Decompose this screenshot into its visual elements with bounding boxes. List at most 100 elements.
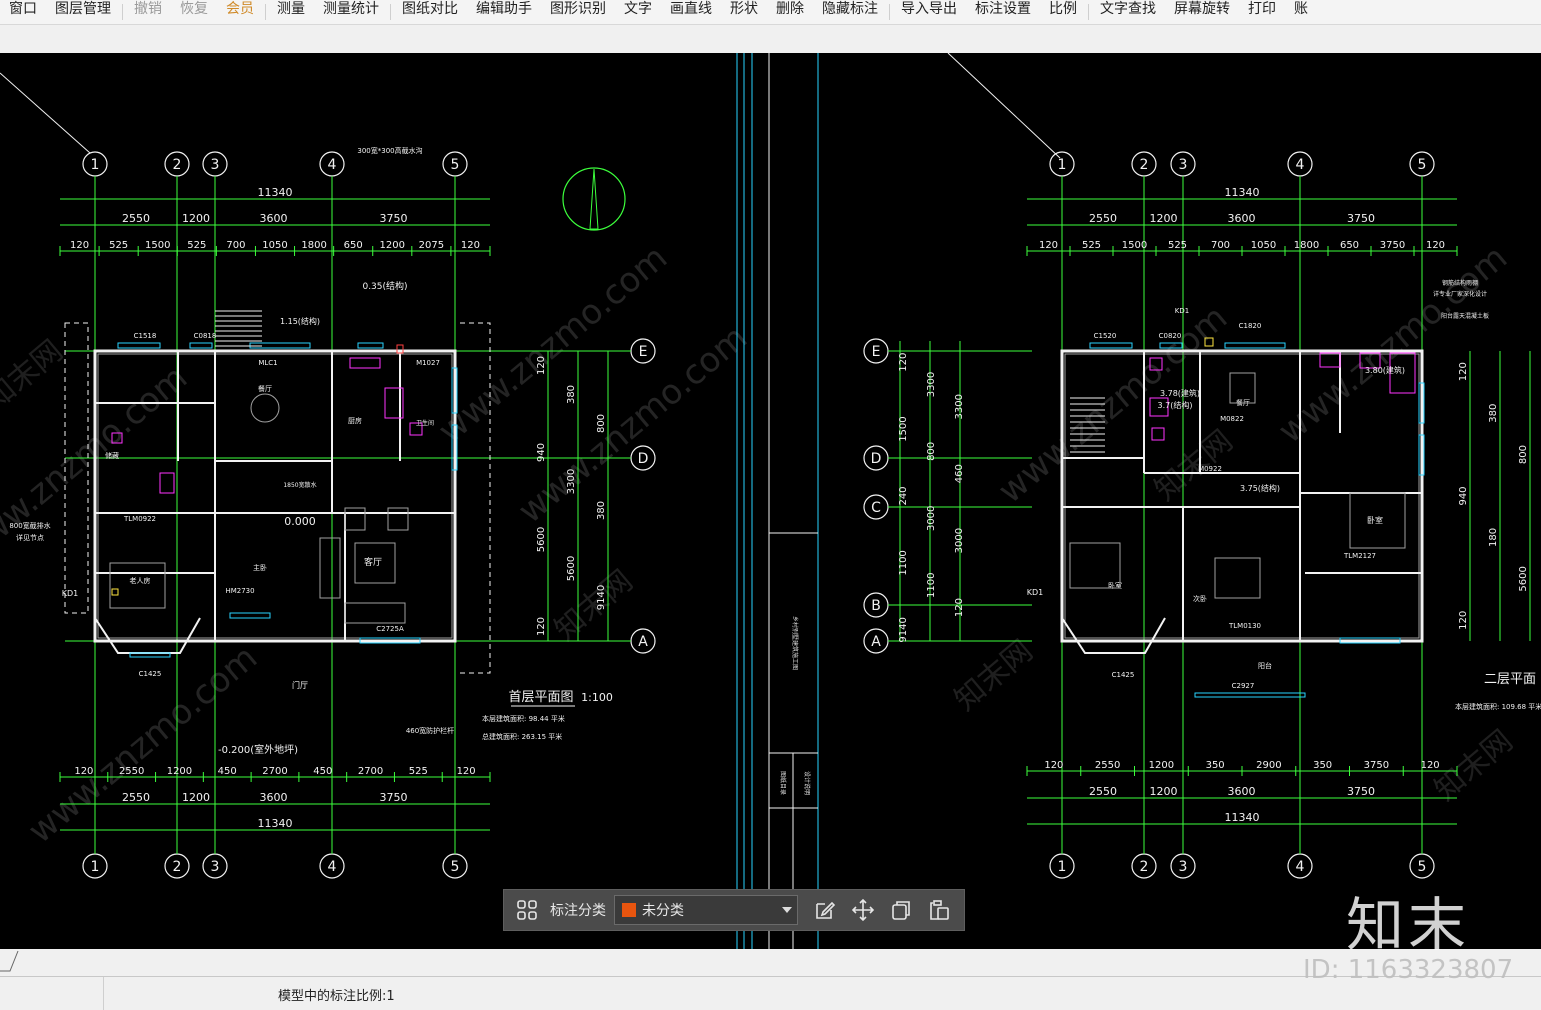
dim-text: 120 (536, 356, 547, 375)
menu-item[interactable]: 画直线 (661, 0, 721, 24)
copy-icon[interactable] (886, 895, 916, 925)
dim-text: 1050 (262, 240, 287, 251)
paste-icon[interactable] (924, 895, 954, 925)
menu-item[interactable]: 打印 (1239, 0, 1285, 24)
chevron-down-icon[interactable] (782, 907, 792, 913)
north-arrow (589, 168, 599, 230)
menu-item[interactable]: 账 (1285, 0, 1317, 24)
cad-drawing[interactable]: www.znzmo.com www.znzmo.com www.znzmo.comw… (0, 53, 1541, 949)
area-note: 本层建筑面积: 98.44 平米 (482, 714, 565, 723)
room-label: TLM0922 (123, 515, 156, 523)
room-label: 800宽截排水 (9, 521, 50, 530)
plan-title: 首层平面图 (508, 690, 573, 705)
title-block-text: 设计说明 (803, 771, 811, 795)
dim-text: 525 (1168, 240, 1187, 251)
axis-label: 4 (328, 859, 337, 875)
dim-text: 180 (1488, 528, 1499, 547)
dim-text: 700 (226, 240, 245, 251)
grid-apps-icon[interactable] (512, 895, 542, 925)
room-label: 钢筋结构雨棚 (1442, 279, 1478, 287)
menu-item[interactable]: 形状 (721, 0, 767, 24)
armchair (387, 507, 409, 531)
toolbar-strip (0, 25, 1541, 53)
dim-text: 800 (1518, 445, 1529, 464)
drawing-canvas[interactable]: www.znzmo.com www.znzmo.com www.znzmo.com w… (0, 53, 1541, 949)
dim-text: 3300 (926, 372, 937, 397)
dim-text: 460 (954, 464, 965, 483)
room-label: 1.15(结构) (280, 316, 320, 326)
window (357, 342, 384, 349)
room-label: 3.75(结构) (1240, 483, 1280, 493)
site-watermark: www.znzmo.com (1271, 238, 1515, 452)
axis-label: A (638, 634, 648, 650)
dim-text: 1800 (301, 240, 326, 251)
menu-item[interactable]: 屏幕旋转 (1165, 0, 1239, 24)
room-label: C1520 (1094, 332, 1117, 340)
room-label: 卫生间 (416, 419, 434, 427)
menu-item[interactable]: 删除 (767, 0, 813, 24)
dim-text: 3300 (954, 394, 965, 419)
menu-item[interactable]: 比例 (1040, 0, 1086, 24)
dim-text: 940 (536, 443, 547, 462)
dim-text: 120 (1044, 760, 1063, 771)
accent-mark (111, 588, 119, 596)
site-watermark: 知末网 (948, 633, 1039, 718)
room-label: KD1 (1027, 588, 1044, 597)
title-block-text: 图纸目录 (779, 771, 787, 795)
dim-text: 2700 (262, 766, 287, 777)
room-label: 阳台 (1258, 661, 1272, 670)
dim-text: 3750 (1347, 785, 1375, 798)
bay-window (94, 617, 201, 654)
dim-text: 3750 (380, 791, 408, 804)
menu-item[interactable]: 测量统计 (314, 0, 388, 24)
dim-text: 2550 (1089, 785, 1117, 798)
room-label: C1425 (1112, 671, 1135, 679)
room-label: KD1 (1175, 307, 1189, 315)
annotation-category-select[interactable]: 未分类 (614, 895, 798, 925)
dim-text: 2700 (358, 766, 383, 777)
axis-label: A (871, 634, 881, 650)
menu-item[interactable]: 文字查找 (1091, 0, 1165, 24)
room-label: 卧室 (1367, 515, 1383, 525)
dim-text: 2550 (1095, 760, 1120, 771)
category-color-swatch (622, 903, 636, 917)
menu-item[interactable]: 测量 (268, 0, 314, 24)
menu-item[interactable]: 编辑助手 (467, 0, 541, 24)
axis-label: C (871, 500, 881, 516)
edit-icon[interactable] (810, 895, 840, 925)
move-icon[interactable] (848, 895, 878, 925)
status-divider-vertical (103, 977, 104, 1010)
menu-item[interactable]: 图纸对比 (393, 0, 467, 24)
axis-label: 5 (451, 859, 460, 875)
menu-item[interactable]: 图层管理 (46, 0, 120, 24)
menu-item[interactable]: 撤销 (125, 0, 171, 24)
menu-item[interactable]: 会员 (217, 0, 263, 24)
menu-item[interactable]: 导入导出 (892, 0, 966, 24)
axis-label: 4 (1296, 157, 1305, 173)
menu-item[interactable]: 恢复 (171, 0, 217, 24)
dim-text: 11340 (1225, 811, 1260, 824)
site-watermark: 知末网 (548, 563, 639, 648)
layout-tab[interactable] (0, 949, 20, 973)
menu-item[interactable]: 文字 (615, 0, 661, 24)
menu-bar: 窗口 图层管理 撤销 恢复 会员 测量 测量统计 图纸对比 编辑助手 图形识别 文字 画直线 形状 删除隐… (0, 0, 1541, 25)
dim-text: 2900 (1256, 760, 1281, 771)
menu-item[interactable]: 标注设置 (966, 0, 1040, 24)
menu-item[interactable]: 图形识别 (541, 0, 615, 24)
window (189, 342, 213, 349)
menu-item[interactable]: 隐藏标注 (813, 0, 887, 24)
dining-table (250, 393, 280, 423)
room-label: -0.200(室外地坪) (218, 743, 298, 756)
annotation-toolbar: 标注分类 未分类 (503, 889, 965, 931)
dim-text: 120 (954, 598, 965, 617)
plan-scale: 1:100 (581, 691, 613, 704)
plan-title: 二层平面 (1484, 672, 1536, 687)
dim-text: 3000 (926, 506, 937, 531)
dim-text: 3300 (566, 469, 577, 494)
dim-text: 1200 (167, 766, 192, 777)
dim-text: 380 (596, 501, 607, 520)
axis-label: 2 (1140, 157, 1149, 173)
dim-text: 5600 (536, 527, 547, 552)
dim-text: 240 (898, 486, 909, 505)
menu-item[interactable]: 窗口 (0, 0, 46, 24)
